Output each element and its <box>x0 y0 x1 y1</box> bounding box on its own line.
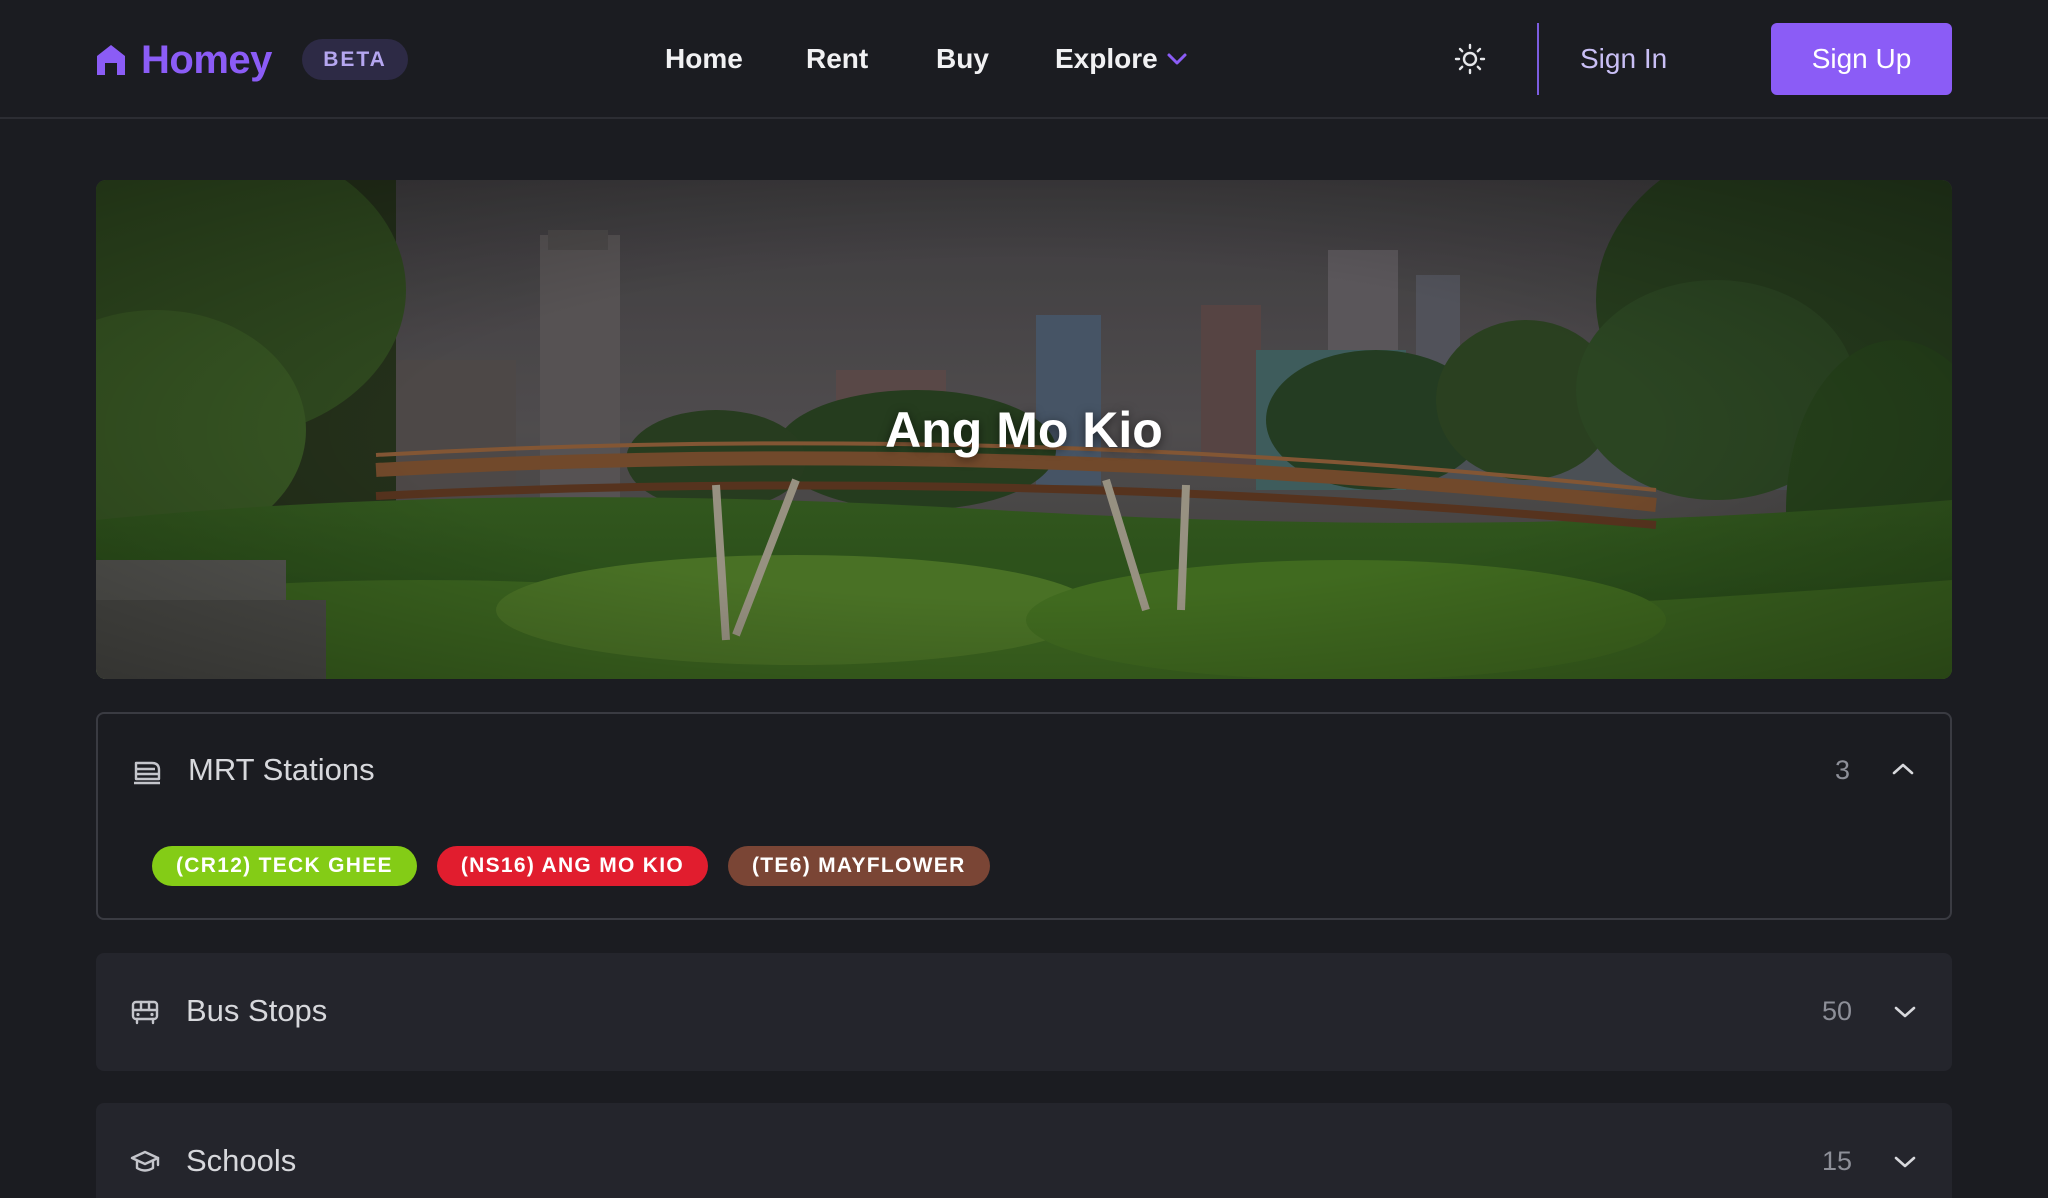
nav-rent[interactable]: Rent <box>806 36 868 82</box>
hero-title: Ang Mo Kio <box>885 401 1163 458</box>
theme-toggle-button[interactable] <box>1452 41 1488 77</box>
sun-icon <box>1454 43 1486 75</box>
schools-section[interactable]: Schools 15 <box>96 1103 1952 1198</box>
mrt-stations-title: MRT Stations <box>188 752 375 787</box>
house-logo-icon <box>97 45 125 75</box>
mrt-stations-section: MRT Stations 3 (CR12) TECK GHEE (NS16) A… <box>96 712 1952 920</box>
brand-name: Homey <box>141 37 272 82</box>
beta-badge: BETA <box>302 39 408 80</box>
bus-stops-title: Bus Stops <box>186 993 328 1028</box>
schools-count: 15 <box>1821 1146 1852 1176</box>
brand-logo[interactable]: Homey <box>95 38 272 82</box>
schools-header[interactable]: Schools 15 <box>96 1103 1952 1198</box>
hero-banner: Ang Mo Kio <box>96 180 1952 679</box>
mrt-stations-count: 3 <box>1834 755 1850 785</box>
nav-home[interactable]: Home <box>665 36 743 82</box>
train-icon <box>132 757 162 787</box>
station-badge-teck-ghee[interactable]: (CR12) TECK GHEE <box>152 846 417 886</box>
bus-stops-section[interactable]: Bus Stops 50 <box>96 953 1952 1071</box>
chevron-down-icon[interactable] <box>1892 1149 1918 1175</box>
station-badge-ang-mo-kio[interactable]: (NS16) ANG MO KIO <box>436 846 708 886</box>
sign-up-button[interactable]: Sign Up <box>1771 23 1952 95</box>
nav-explore-label: Explore <box>1055 43 1158 74</box>
chevron-down-icon[interactable] <box>1892 999 1918 1025</box>
bus-stops-count: 50 <box>1821 996 1852 1026</box>
bus-stops-header[interactable]: Bus Stops 50 <box>96 953 1952 1071</box>
station-badge-mayflower[interactable]: (TE6) MAYFLOWER <box>728 846 990 886</box>
mrt-station-badges: (CR12) TECK GHEE (NS16) ANG MO KIO (TE6)… <box>152 846 990 886</box>
nav-buy[interactable]: Buy <box>936 36 989 82</box>
chevron-up-icon[interactable] <box>1890 756 1916 782</box>
bus-icon <box>130 997 160 1027</box>
header-divider <box>1537 23 1539 95</box>
chevron-down-icon <box>1167 53 1187 65</box>
mrt-stations-header[interactable]: MRT Stations 3 <box>98 714 1950 830</box>
nav-explore[interactable]: Explore <box>1055 36 1188 82</box>
schools-title: Schools <box>186 1143 297 1178</box>
top-navbar: Homey BETA Home Rent Buy Explore Sign In… <box>0 0 2048 119</box>
graduation-cap-icon <box>130 1147 160 1177</box>
sign-in-button[interactable]: Sign In <box>1580 36 1730 82</box>
